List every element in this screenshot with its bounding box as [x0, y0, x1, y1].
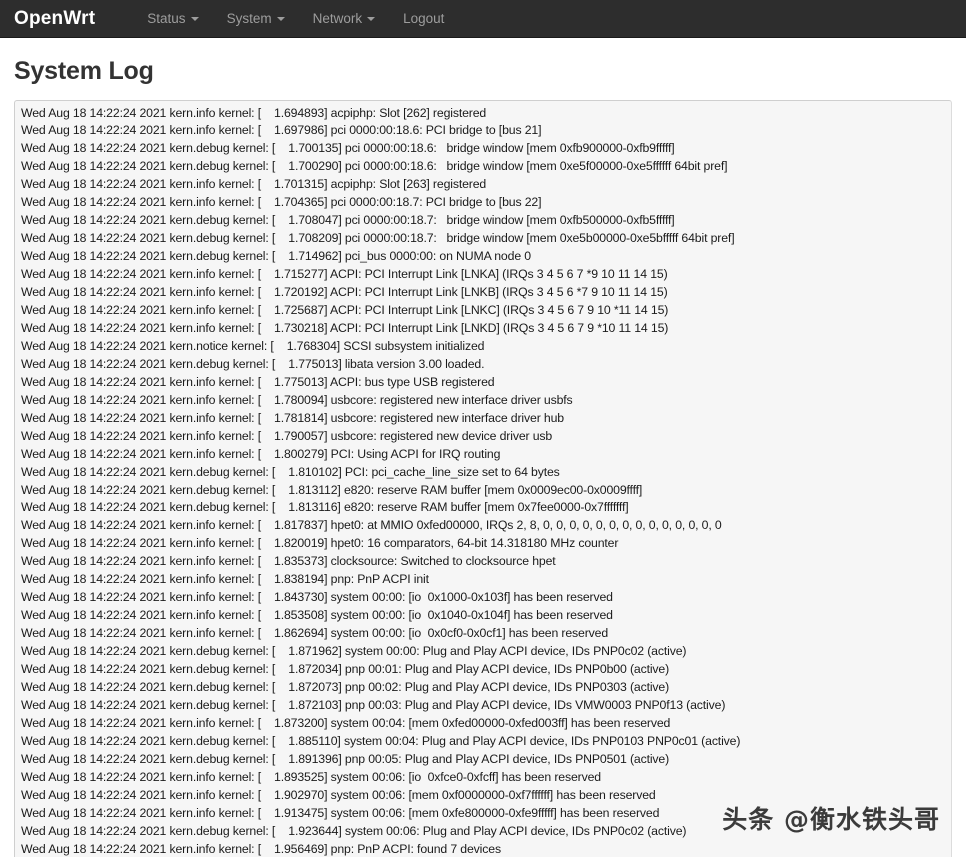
log-line: Wed Aug 18 14:22:24 2021 kern.info kerne…	[21, 302, 669, 317]
log-line: Wed Aug 18 14:22:24 2021 kern.debug kern…	[21, 680, 670, 694]
nav-item-status[interactable]: Status	[133, 0, 212, 38]
log-line: Wed Aug 18 14:22:24 2021 kern.notice ker…	[21, 338, 485, 353]
log-line: Wed Aug 18 14:22:24 2021 kern.info kerne…	[21, 446, 501, 461]
log-line: Wed Aug 18 14:22:24 2021 kern.info kerne…	[21, 608, 613, 623]
log-line: Wed Aug 18 14:22:24 2021 kern.info kerne…	[21, 787, 656, 802]
log-line: Wed Aug 18 14:22:24 2021 kern.debug kern…	[21, 141, 675, 156]
log-line: Wed Aug 18 14:22:24 2021 kern.info kerne…	[21, 805, 660, 820]
log-line: Wed Aug 18 14:22:24 2021 kern.info kerne…	[21, 374, 495, 389]
log-line: Wed Aug 18 14:22:24 2021 kern.info kerne…	[21, 572, 429, 587]
nav-item-system[interactable]: System	[213, 0, 299, 38]
log-line: Wed Aug 18 14:22:24 2021 kern.debug kern…	[21, 231, 735, 246]
log-line: Wed Aug 18 14:22:24 2021 kern.info kerne…	[21, 626, 609, 641]
log-line: Wed Aug 18 14:22:24 2021 kern.info kerne…	[21, 410, 564, 425]
openwrt-brand-logo[interactable]: OpenWrt	[14, 8, 95, 30]
log-line: Wed Aug 18 14:22:24 2021 kern.info kerne…	[21, 177, 487, 192]
chevron-down-icon	[367, 16, 376, 21]
log-line: Wed Aug 18 14:22:24 2021 kern.info kerne…	[21, 105, 487, 120]
nav-item-system-label: System	[226, 10, 272, 26]
log-line: Wed Aug 18 14:22:24 2021 kern.info kerne…	[21, 267, 668, 282]
nav-item-network-label: Network	[312, 10, 363, 26]
log-line: Wed Aug 18 14:22:24 2021 kern.debug kern…	[21, 356, 485, 371]
log-line: Wed Aug 18 14:22:24 2021 kern.debug kern…	[21, 249, 531, 264]
system-log-textarea[interactable]: Wed Aug 18 14:22:24 2021 kern.info kerne…	[14, 99, 952, 857]
chevron-down-icon	[276, 16, 285, 21]
log-line: Wed Aug 18 14:22:24 2021 kern.debug kern…	[21, 823, 687, 838]
log-line: Wed Aug 18 14:22:24 2021 kern.debug kern…	[21, 213, 675, 228]
log-line: Wed Aug 18 14:22:24 2021 kern.info kerne…	[21, 554, 556, 569]
log-line: Wed Aug 18 14:22:24 2021 kern.debug kern…	[21, 697, 726, 712]
log-line: Wed Aug 18 14:22:24 2021 kern.debug kern…	[21, 159, 728, 174]
log-line: Wed Aug 18 14:22:24 2021 kern.info kerne…	[21, 590, 613, 605]
top-navigation-bar: OpenWrt Status System Network Logout	[0, 0, 966, 38]
log-line: Wed Aug 18 14:22:24 2021 kern.info kerne…	[21, 518, 722, 533]
log-line: Wed Aug 18 14:22:24 2021 kern.debug kern…	[21, 464, 560, 479]
nav-item-logout-label: Logout	[403, 10, 445, 26]
page-content: System Log Wed Aug 18 14:22:24 2021 kern…	[0, 57, 966, 857]
chevron-down-icon	[190, 16, 199, 21]
nav-menu: Status System Network Logout	[133, 0, 458, 38]
nav-item-status-label: Status	[147, 10, 186, 26]
log-line: Wed Aug 18 14:22:24 2021 kern.info kerne…	[21, 769, 601, 784]
log-line: Wed Aug 18 14:22:24 2021 kern.debug kern…	[21, 482, 643, 497]
log-line: Wed Aug 18 14:22:24 2021 kern.info kerne…	[21, 392, 573, 407]
log-line: Wed Aug 18 14:22:24 2021 kern.info kerne…	[21, 841, 501, 856]
log-line: Wed Aug 18 14:22:24 2021 kern.info kerne…	[21, 285, 668, 300]
log-line: Wed Aug 18 14:22:24 2021 kern.info kerne…	[21, 536, 619, 551]
nav-item-network[interactable]: Network	[299, 0, 390, 38]
log-line: Wed Aug 18 14:22:24 2021 kern.debug kern…	[21, 662, 670, 677]
log-line: Wed Aug 18 14:22:24 2021 kern.debug kern…	[21, 733, 741, 748]
log-line: Wed Aug 18 14:22:24 2021 kern.debug kern…	[21, 500, 629, 515]
log-line: Wed Aug 18 14:22:24 2021 kern.debug kern…	[21, 751, 670, 766]
log-line: Wed Aug 18 14:22:24 2021 kern.info kerne…	[21, 715, 671, 730]
log-line: Wed Aug 18 14:22:24 2021 kern.info kerne…	[21, 428, 553, 443]
page-title: System Log	[14, 57, 154, 85]
log-line: Wed Aug 18 14:22:24 2021 kern.debug kern…	[21, 644, 687, 659]
nav-item-logout[interactable]: Logout	[389, 0, 458, 38]
log-line: Wed Aug 18 14:22:24 2021 kern.info kerne…	[21, 320, 669, 335]
log-line: Wed Aug 18 14:22:24 2021 kern.info kerne…	[21, 123, 542, 138]
log-line: Wed Aug 18 14:22:24 2021 kern.info kerne…	[21, 195, 542, 210]
